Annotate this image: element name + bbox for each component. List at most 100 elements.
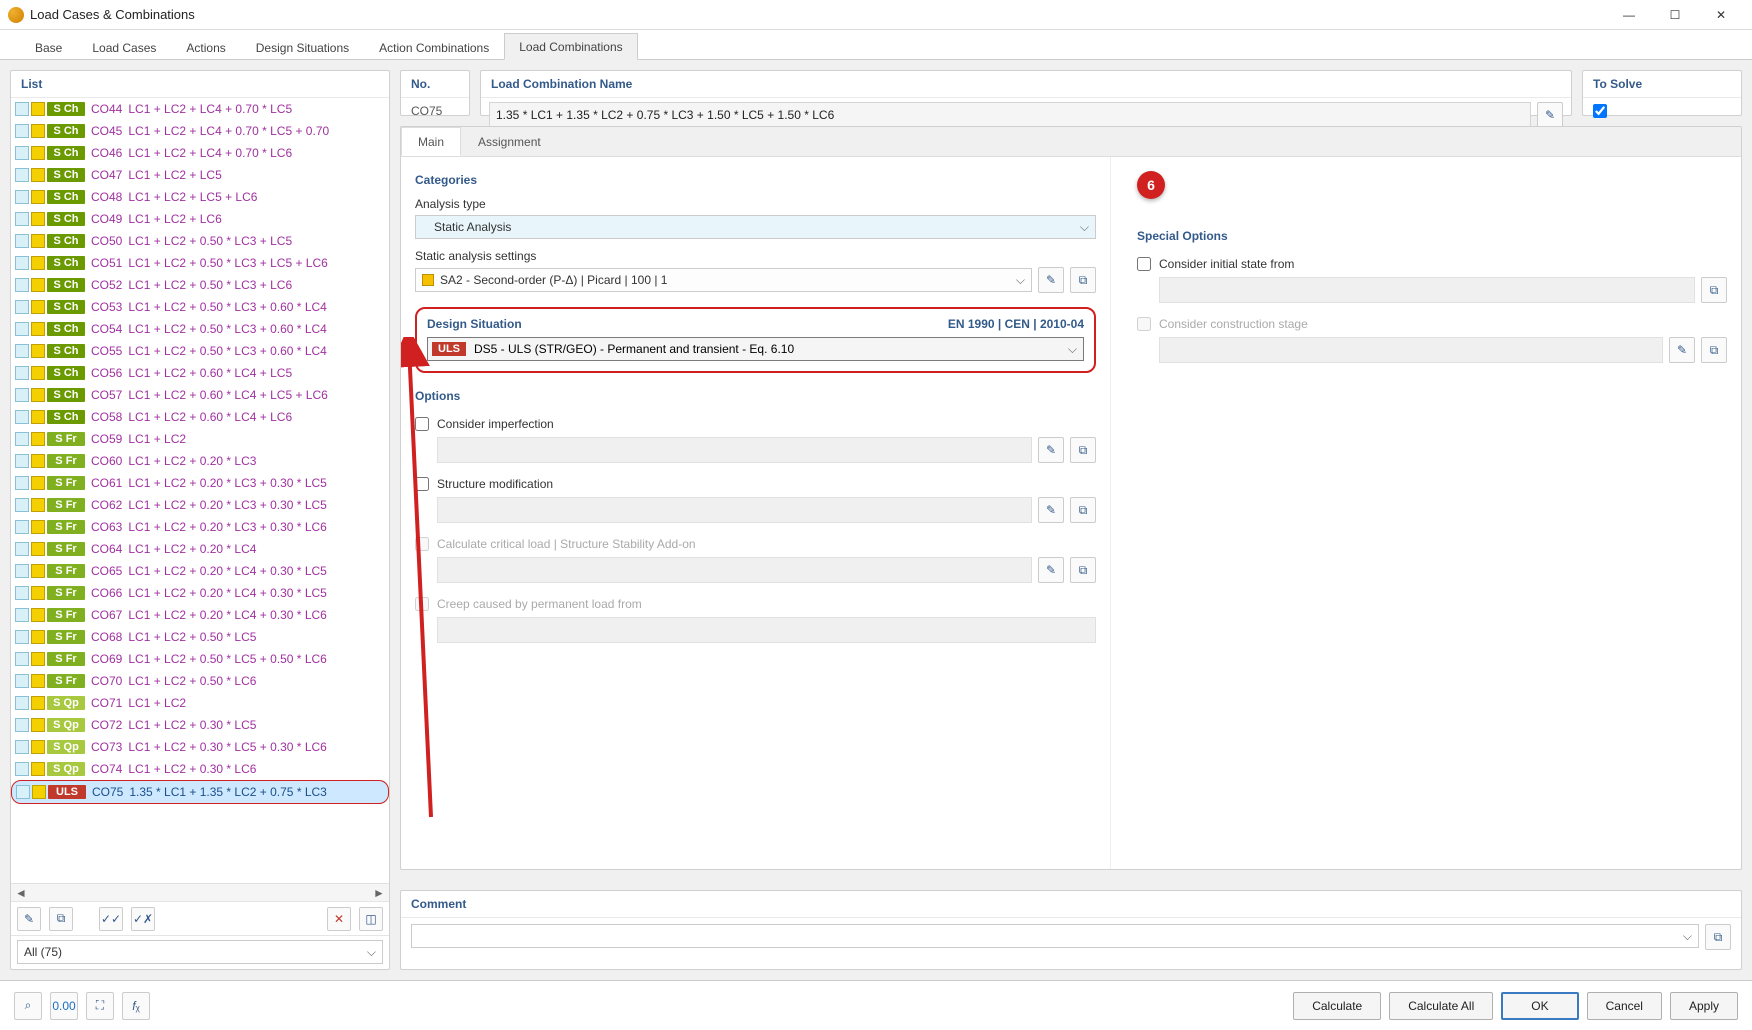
filter-select[interactable]: All (75) <box>17 940 383 964</box>
comment-select[interactable] <box>411 924 1699 948</box>
list-item[interactable]: S FrCO67LC1 + LC2 + 0.20 * LC4 + 0.30 * … <box>11 604 389 626</box>
state-icon-a <box>15 696 29 710</box>
delete-button[interactable]: ✕ <box>327 907 351 931</box>
comment-panel: Comment ⧉ <box>400 890 1742 970</box>
solve-checkbox[interactable] <box>1593 104 1607 118</box>
design-situation-select[interactable]: ULS DS5 - ULS (STR/GEO) - Permanent and … <box>427 337 1084 361</box>
settings-lib-button[interactable]: ⧉ <box>1070 267 1096 293</box>
state-icon-a <box>15 278 29 292</box>
initial-lib-button[interactable]: ⧉ <box>1701 277 1727 303</box>
comment-lib-button[interactable]: ⧉ <box>1705 924 1731 950</box>
stage-new-button[interactable]: ✎ <box>1669 337 1695 363</box>
list-item[interactable]: S FrCO62LC1 + LC2 + 0.20 * LC3 + 0.30 * … <box>11 494 389 516</box>
scroll-right-icon[interactable]: ► <box>371 886 387 900</box>
tab-load-cases[interactable]: Load Cases <box>77 34 171 60</box>
settings-new-button[interactable]: ✎ <box>1038 267 1064 293</box>
struct-mod-new-button[interactable]: ✎ <box>1038 497 1064 523</box>
list-item[interactable]: S ChCO57LC1 + LC2 + 0.60 * LC4 + LC5 + L… <box>11 384 389 406</box>
list-item[interactable]: S FrCO69LC1 + LC2 + 0.50 * LC5 + 0.50 * … <box>11 648 389 670</box>
check-button[interactable]: ✓✓ <box>99 907 123 931</box>
h-scrollbar[interactable]: ◄ ► <box>11 883 389 901</box>
list-item[interactable]: S FrCO61LC1 + LC2 + 0.20 * LC3 + 0.30 * … <box>11 472 389 494</box>
opt-initial[interactable]: Consider initial state from <box>1137 257 1727 271</box>
list-item[interactable]: S ChCO55LC1 + LC2 + 0.50 * LC3 + 0.60 * … <box>11 340 389 362</box>
list-item[interactable]: S FrCO60LC1 + LC2 + 0.20 * LC3 <box>11 450 389 472</box>
state-icon-a <box>15 322 29 336</box>
calculate-all-button[interactable]: Calculate All <box>1389 992 1493 1020</box>
cancel-button[interactable]: Cancel <box>1587 992 1662 1020</box>
list-item[interactable]: S FrCO63LC1 + LC2 + 0.20 * LC3 + 0.30 * … <box>11 516 389 538</box>
list-item[interactable]: ULSCO751.35 * LC1 + 1.35 * LC2 + 0.75 * … <box>11 780 389 804</box>
list-item[interactable]: S FrCO66LC1 + LC2 + 0.20 * LC4 + 0.30 * … <box>11 582 389 604</box>
list-item[interactable]: S ChCO48LC1 + LC2 + LC5 + LC6 <box>11 186 389 208</box>
list-item[interactable]: S ChCO49LC1 + LC2 + LC6 <box>11 208 389 230</box>
view-toggle-button[interactable]: ◫ <box>359 907 383 931</box>
initial-checkbox[interactable] <box>1137 257 1151 271</box>
list-item[interactable]: S QpCO74LC1 + LC2 + 0.30 * LC6 <box>11 758 389 780</box>
list-item[interactable]: S QpCO73LC1 + LC2 + 0.30 * LC5 + 0.30 * … <box>11 736 389 758</box>
list-item[interactable]: S FrCO64LC1 + LC2 + 0.20 * LC4 <box>11 538 389 560</box>
critical-lib-button[interactable]: ⧉ <box>1070 557 1096 583</box>
name-input[interactable] <box>489 102 1531 128</box>
list-item[interactable]: S ChCO44LC1 + LC2 + LC4 + 0.70 * LC5 <box>11 98 389 120</box>
stage-lib-button[interactable]: ⧉ <box>1701 337 1727 363</box>
maximize-button[interactable]: ☐ <box>1652 0 1698 30</box>
list-item[interactable]: S ChCO47LC1 + LC2 + LC5 <box>11 164 389 186</box>
list-item[interactable]: S ChCO46LC1 + LC2 + LC4 + 0.70 * LC6 <box>11 142 389 164</box>
opt-imperfection[interactable]: Consider imperfection <box>415 417 1096 431</box>
model-button[interactable]: ⛶ <box>86 992 114 1020</box>
list-item[interactable]: S FrCO59LC1 + LC2 <box>11 428 389 450</box>
imperfection-lib-button[interactable]: ⧉ <box>1070 437 1096 463</box>
struct-mod-lib-button[interactable]: ⧉ <box>1070 497 1096 523</box>
imperfection-checkbox[interactable] <box>415 417 429 431</box>
item-code: CO55 <box>91 344 122 358</box>
tab-actions[interactable]: Actions <box>171 34 240 60</box>
edit-name-button[interactable]: ✎ <box>1537 102 1563 128</box>
units-button[interactable]: ⌕ <box>14 992 42 1020</box>
precision-button[interactable]: 0.00 <box>50 992 78 1020</box>
badge: S Fr <box>47 564 85 578</box>
new-item-button[interactable]: ✎ <box>17 907 41 931</box>
tab-action-combinations[interactable]: Action Combinations <box>364 34 504 60</box>
formula-button[interactable]: fᵪ <box>122 992 150 1020</box>
list-item[interactable]: S ChCO50LC1 + LC2 + 0.50 * LC3 + LC5 <box>11 230 389 252</box>
state-icon-a <box>15 608 29 622</box>
scroll-left-icon[interactable]: ◄ <box>13 886 29 900</box>
window-title: Load Cases & Combinations <box>30 7 1606 22</box>
list-item[interactable]: S ChCO58LC1 + LC2 + 0.60 * LC4 + LC6 <box>11 406 389 428</box>
list-item[interactable]: S ChCO56LC1 + LC2 + 0.60 * LC4 + LC5 <box>11 362 389 384</box>
tab-design-situations[interactable]: Design Situations <box>241 34 364 60</box>
critical-new-button[interactable]: ✎ <box>1038 557 1064 583</box>
ok-button[interactable]: OK <box>1501 992 1578 1020</box>
list-item[interactable]: S ChCO45LC1 + LC2 + LC4 + 0.70 * LC5 + 0… <box>11 120 389 142</box>
item-description: LC1 + LC2 + 0.60 * LC4 + LC5 <box>128 366 292 380</box>
copy-item-button[interactable]: ⧉ <box>49 907 73 931</box>
list-item[interactable]: S ChCO52LC1 + LC2 + 0.50 * LC3 + LC6 <box>11 274 389 296</box>
list-item[interactable]: S QpCO71LC1 + LC2 <box>11 692 389 714</box>
tab-load-combinations[interactable]: Load Combinations <box>504 33 637 60</box>
list-item[interactable]: S ChCO51LC1 + LC2 + 0.50 * LC3 + LC5 + L… <box>11 252 389 274</box>
badge: S Ch <box>47 322 85 336</box>
list-item[interactable]: S FrCO70LC1 + LC2 + 0.50 * LC6 <box>11 670 389 692</box>
imperfection-new-button[interactable]: ✎ <box>1038 437 1064 463</box>
calculate-button[interactable]: Calculate <box>1293 992 1381 1020</box>
analysis-type-select[interactable]: Static Analysis <box>415 215 1096 239</box>
subtab-main[interactable]: Main <box>401 127 461 156</box>
apply-button[interactable]: Apply <box>1670 992 1738 1020</box>
list-item[interactable]: S ChCO54LC1 + LC2 + 0.50 * LC3 + 0.60 * … <box>11 318 389 340</box>
subtab-assignment[interactable]: Assignment <box>461 127 558 156</box>
list-item[interactable]: S QpCO72LC1 + LC2 + 0.30 * LC5 <box>11 714 389 736</box>
state-icon-a <box>15 410 29 424</box>
list-item[interactable]: S ChCO53LC1 + LC2 + 0.50 * LC3 + 0.60 * … <box>11 296 389 318</box>
list-item[interactable]: S FrCO65LC1 + LC2 + 0.20 * LC4 + 0.30 * … <box>11 560 389 582</box>
list-rows[interactable]: S ChCO44LC1 + LC2 + LC4 + 0.70 * LC5S Ch… <box>11 98 389 883</box>
settings-select[interactable]: SA2 - Second-order (P-Δ) | Picard | 100 … <box>415 268 1032 292</box>
item-code: CO72 <box>91 718 122 732</box>
list-item[interactable]: S FrCO68LC1 + LC2 + 0.50 * LC5 <box>11 626 389 648</box>
tab-base[interactable]: Base <box>20 34 77 60</box>
close-button[interactable]: ✕ <box>1698 0 1744 30</box>
minimize-button[interactable]: — <box>1606 0 1652 30</box>
uncheck-button[interactable]: ✓✗ <box>131 907 155 931</box>
opt-struct-mod[interactable]: Structure modification <box>415 477 1096 491</box>
struct-mod-checkbox[interactable] <box>415 477 429 491</box>
